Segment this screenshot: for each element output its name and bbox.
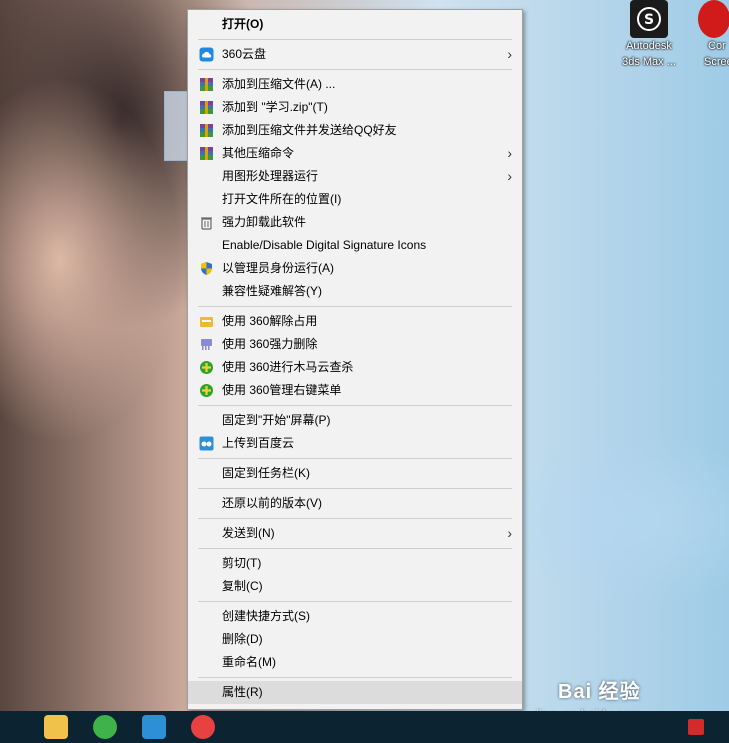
context-menu-item-label: 重命名(M) — [222, 655, 276, 669]
menu-separator — [198, 39, 512, 40]
desktop-icon-caption-line1: Autodesk — [626, 40, 672, 52]
context-menu-item[interactable]: 固定到"开始"屏幕(P) — [188, 409, 522, 432]
desktop-shortcut-3ds-max[interactable]: S Autodesk 3ds Max ... — [614, 0, 684, 70]
media-player-icon[interactable] — [191, 715, 215, 739]
context-menu-item-label: 删除(D) — [222, 632, 263, 646]
context-menu-item-label: 添加到压缩文件(A) ... — [222, 77, 336, 91]
context-menu-item[interactable]: 以管理员身份运行(A) — [188, 257, 522, 280]
context-menu-item-label: 360云盘 — [222, 47, 267, 61]
context-menu-item[interactable]: 打开(O) — [188, 13, 522, 36]
360-shred-icon — [199, 337, 214, 352]
context-menu-item-label: 固定到"开始"屏幕(P) — [222, 413, 331, 427]
baidu-netdisk-icon[interactable] — [142, 715, 166, 739]
context-menu: 打开(O) 360云盘 › 添加到压缩文件(A) ... 添加到 "学习.zip"(T)… — [187, 9, 523, 710]
context-menu-item[interactable]: 强力卸载此软件 — [188, 211, 522, 234]
chevron-right-icon: › — [507, 168, 512, 184]
context-menu-item-label: 强力卸载此软件 — [222, 215, 307, 229]
context-menu-item-label: 剪切(T) — [222, 556, 262, 570]
context-menu-item[interactable]: 使用 360强力删除 — [188, 333, 522, 356]
menu-separator — [198, 405, 512, 406]
context-menu-item[interactable]: Enable/Disable Digital Signature Icons — [188, 234, 522, 257]
context-menu-item-label: 打开(O) — [222, 17, 264, 31]
winrar-icon — [199, 100, 214, 115]
desktop-icon-caption-line2: 3ds Max ... — [622, 56, 676, 68]
360-scan-icon — [199, 360, 214, 375]
browser-360-icon[interactable] — [93, 715, 117, 739]
context-menu-item[interactable]: 重命名(M) — [188, 651, 522, 674]
context-menu-item-label: 使用 360强力删除 — [222, 337, 318, 351]
context-menu-item-label: 兼容性疑难解答(Y) — [222, 284, 322, 298]
context-menu-item[interactable]: 360云盘 › — [188, 43, 522, 66]
uac-shield-icon — [199, 261, 214, 276]
context-menu-item[interactable]: 创建快捷方式(S) — [188, 605, 522, 628]
context-menu-item-label: 使用 360解除占用 — [222, 314, 318, 328]
context-menu-item[interactable]: 固定到任务栏(K) — [188, 462, 522, 485]
context-menu-item-label: 以管理员身份运行(A) — [222, 261, 334, 275]
context-menu-item-label: 添加到压缩文件并发送给QQ好友 — [222, 123, 397, 137]
menu-separator — [198, 69, 512, 70]
context-menu-item[interactable]: 添加到 "学习.zip"(T) — [188, 96, 522, 119]
context-menu-item[interactable]: 删除(D) — [188, 628, 522, 651]
chevron-right-icon: › — [507, 46, 512, 62]
360-cloud-icon — [199, 47, 214, 62]
trash-icon — [199, 215, 214, 230]
menu-separator — [198, 601, 512, 602]
menu-separator — [198, 458, 512, 459]
menu-separator — [198, 306, 512, 307]
360-unlock-icon — [199, 314, 214, 329]
svg-text:S: S — [644, 12, 654, 28]
context-menu-item[interactable]: 使用 360管理右键菜单 — [188, 379, 522, 402]
context-menu-item[interactable]: 上传到百度云 — [188, 432, 522, 455]
chevron-right-icon: › — [507, 145, 512, 161]
3ds-max-icon: S — [630, 0, 668, 38]
context-menu-item[interactable]: 添加到压缩文件并发送给QQ好友 — [188, 119, 522, 142]
context-menu-item-label: Enable/Disable Digital Signature Icons — [222, 238, 427, 252]
context-menu-item-label: 上传到百度云 — [222, 436, 295, 450]
context-menu-item-label: 发送到(N) — [222, 526, 275, 540]
context-menu-item-label: 属性(R) — [222, 685, 263, 699]
winrar-icon — [199, 123, 214, 138]
menu-separator — [198, 488, 512, 489]
winrar-icon — [199, 146, 214, 161]
context-menu-item-label: 固定到任务栏(K) — [222, 466, 310, 480]
context-menu-item[interactable]: 复制(C) — [188, 575, 522, 598]
menu-separator — [198, 518, 512, 519]
context-menu-item[interactable]: 属性(R) — [188, 681, 522, 704]
context-menu-item[interactable]: 其他压缩命令 › — [188, 142, 522, 165]
context-menu-item-label: 复制(C) — [222, 579, 263, 593]
context-menu-item-label: 还原以前的版本(V) — [222, 496, 322, 510]
screen-recorder-icon — [698, 0, 729, 38]
context-menu-item[interactable]: 用图形处理器运行 › — [188, 165, 522, 188]
menu-separator — [198, 548, 512, 549]
context-menu-item[interactable]: 打开文件所在的位置(I) — [188, 188, 522, 211]
context-menu-item[interactable]: 发送到(N) › — [188, 522, 522, 545]
winrar-icon — [199, 77, 214, 92]
context-menu-item[interactable]: 添加到压缩文件(A) ... — [188, 73, 522, 96]
watermark-brand: Bai 经验 — [558, 681, 641, 703]
context-menu-item-label: 使用 360管理右键菜单 — [222, 383, 342, 397]
baidu-cloud-icon — [199, 436, 214, 451]
context-menu-item-label: 用图形处理器运行 — [222, 169, 319, 183]
desktop-icon-caption-line1: Cor — [708, 40, 726, 52]
menu-separator — [198, 677, 512, 678]
context-menu-item-label: 使用 360进行木马云查杀 — [222, 360, 354, 374]
context-menu-item-label: 创建快捷方式(S) — [222, 609, 310, 623]
context-menu-item[interactable]: 使用 360进行木马云查杀 — [188, 356, 522, 379]
context-menu-item[interactable]: 使用 360解除占用 — [188, 310, 522, 333]
desktop-icon-caption-line2: Scree — [704, 56, 729, 68]
context-menu-item-label: 添加到 "学习.zip"(T) — [222, 100, 328, 114]
chevron-right-icon: › — [507, 525, 512, 541]
360-scan-icon — [199, 383, 214, 398]
context-menu-item[interactable]: 还原以前的版本(V) — [188, 492, 522, 515]
tray-app-icon[interactable] — [688, 719, 704, 735]
taskbar — [0, 711, 729, 743]
file-explorer-icon[interactable] — [44, 715, 68, 739]
context-menu-item[interactable]: 剪切(T) — [188, 552, 522, 575]
context-menu-item-label: 其他压缩命令 — [222, 146, 295, 160]
desktop-shortcut-screen-recorder[interactable]: Cor Scree — [680, 0, 729, 70]
context-menu-item[interactable]: 兼容性疑难解答(Y) — [188, 280, 522, 303]
context-menu-item-label: 打开文件所在的位置(I) — [222, 192, 342, 206]
